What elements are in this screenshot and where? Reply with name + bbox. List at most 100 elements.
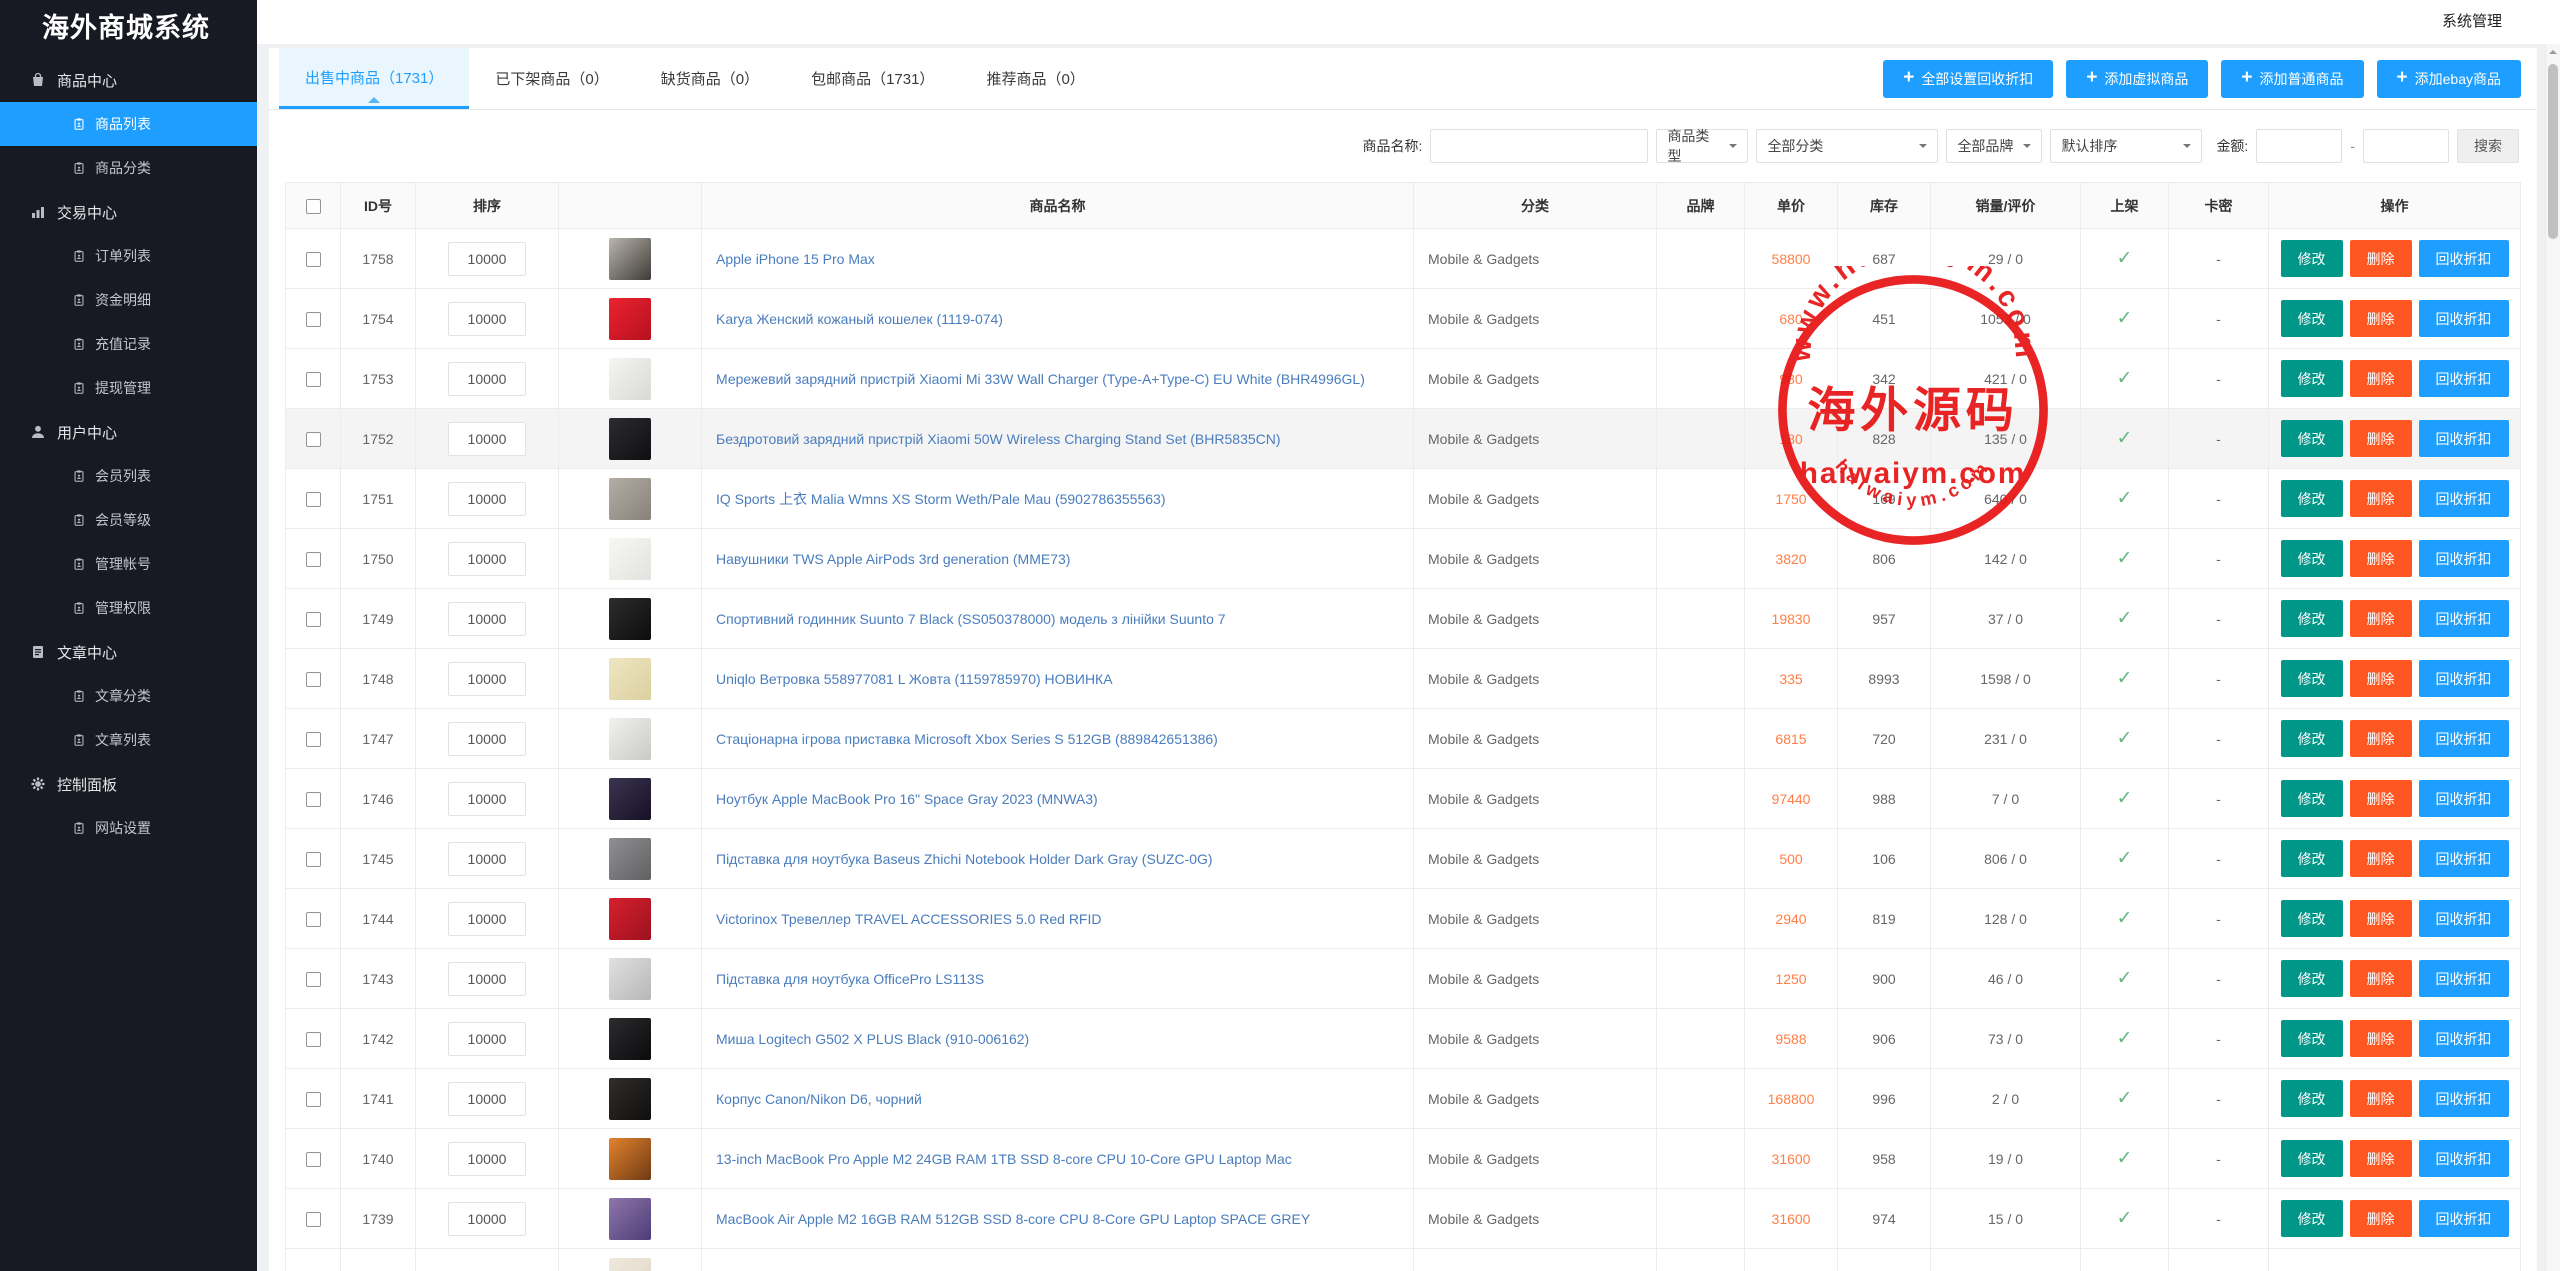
row-checkbox[interactable]: [305, 1151, 321, 1167]
product-name-link[interactable]: Спортивний годинник Suunto 7 Black (SS05…: [716, 611, 1226, 627]
category-select[interactable]: 全部分类: [1756, 129, 1939, 163]
row-checkbox[interactable]: [305, 851, 321, 867]
sort-input[interactable]: [448, 841, 526, 876]
sidebar-item-0-0[interactable]: 商品列表: [0, 102, 257, 146]
delete-button[interactable]: 删除: [2349, 1080, 2412, 1117]
product-thumbnail[interactable]: [609, 777, 651, 820]
sort-input[interactable]: [448, 661, 526, 696]
edit-button[interactable]: 修改: [2280, 360, 2343, 397]
edit-button[interactable]: 修改: [2280, 780, 2343, 817]
delete-button[interactable]: 删除: [2349, 960, 2412, 997]
sidebar-item-2-2[interactable]: 管理帐号: [0, 542, 257, 586]
delete-button[interactable]: 删除: [2349, 480, 2412, 517]
product-name-link[interactable]: Корпус Canon/Nikon D6, чорний: [716, 1091, 922, 1107]
delete-button[interactable]: 删除: [2349, 660, 2412, 697]
sidebar-item-1-2[interactable]: 充值记录: [0, 322, 257, 366]
row-checkbox[interactable]: [305, 791, 321, 807]
product-name-link[interactable]: Навушники TWS Apple AirPods 3rd generati…: [716, 551, 1070, 567]
delete-button[interactable]: 删除: [2349, 840, 2412, 877]
edit-button[interactable]: 修改: [2280, 1140, 2343, 1177]
amount-min-input[interactable]: [2256, 129, 2343, 163]
sidebar-section-3[interactable]: 文章中心: [0, 630, 257, 674]
product-thumbnail[interactable]: [609, 897, 651, 940]
sort-input[interactable]: [448, 961, 526, 996]
recycle-discount-button[interactable]: 回收折扣: [2418, 480, 2509, 517]
product-name-link[interactable]: Мережевий зарядний пристрій Xiaomi Mi 33…: [716, 371, 1365, 387]
edit-button[interactable]: 修改: [2280, 300, 2343, 337]
sidebar-item-2-3[interactable]: 管理权限: [0, 586, 257, 630]
recycle-discount-button[interactable]: 回收折扣: [2418, 720, 2509, 757]
edit-button[interactable]: 修改: [2280, 900, 2343, 937]
sidebar-item-2-1[interactable]: 会员等级: [0, 498, 257, 542]
sidebar-item-2-0[interactable]: 会员列表: [0, 454, 257, 498]
sidebar-item-1-3[interactable]: 提现管理: [0, 366, 257, 410]
sort-input[interactable]: [448, 541, 526, 576]
delete-button[interactable]: 删除: [2349, 360, 2412, 397]
row-checkbox[interactable]: [305, 1091, 321, 1107]
delete-button[interactable]: 删除: [2349, 720, 2412, 757]
product-name-link[interactable]: Стаціонарна ігрова приставка Microsoft X…: [716, 731, 1218, 747]
scrollbar-up-arrow-icon[interactable]: [2546, 44, 2560, 60]
brand-select[interactable]: 全部品牌: [1946, 129, 2043, 163]
vertical-scrollbar[interactable]: [2545, 44, 2560, 1271]
scrollbar-thumb[interactable]: [2548, 64, 2558, 239]
sort-input[interactable]: [448, 241, 526, 276]
edit-button[interactable]: 修改: [2280, 1080, 2343, 1117]
sort-input[interactable]: [448, 601, 526, 636]
row-checkbox[interactable]: [305, 371, 321, 387]
sort-input[interactable]: [448, 1141, 526, 1176]
delete-button[interactable]: 删除: [2349, 1020, 2412, 1057]
select-all-checkbox[interactable]: [305, 198, 321, 214]
tab-4[interactable]: 推荐商品（0）: [960, 48, 1110, 109]
sidebar-item-3-0[interactable]: 文章分类: [0, 674, 257, 718]
product-thumbnail[interactable]: [609, 1197, 651, 1240]
sidebar-section-0[interactable]: 商品中心: [0, 58, 257, 102]
edit-button[interactable]: 修改: [2280, 840, 2343, 877]
product-thumbnail[interactable]: [609, 1257, 651, 1271]
product-thumbnail[interactable]: [609, 237, 651, 280]
product-thumbnail[interactable]: [609, 657, 651, 700]
product-thumbnail[interactable]: [609, 417, 651, 460]
product-thumbnail[interactable]: [609, 357, 651, 400]
sort-input[interactable]: [448, 1021, 526, 1056]
system-admin-link[interactable]: 系统管理: [2442, 0, 2502, 44]
recycle-discount-button[interactable]: 回收折扣: [2418, 1140, 2509, 1177]
recycle-discount-button[interactable]: 回收折扣: [2418, 300, 2509, 337]
recycle-discount-button[interactable]: 回收折扣: [2418, 840, 2509, 877]
recycle-discount-button[interactable]: 回收折扣: [2418, 1200, 2509, 1237]
product-thumbnail[interactable]: [609, 1137, 651, 1180]
product-name-link[interactable]: Підставка для ноутбука OfficePro LS113S: [716, 971, 984, 987]
row-checkbox[interactable]: [305, 1211, 321, 1227]
sidebar-section-2[interactable]: 用户中心: [0, 410, 257, 454]
edit-button[interactable]: 修改: [2280, 660, 2343, 697]
product-thumbnail[interactable]: [609, 477, 651, 520]
delete-button[interactable]: 删除: [2349, 540, 2412, 577]
recycle-discount-button[interactable]: 回收折扣: [2418, 900, 2509, 937]
product-thumbnail[interactable]: [609, 1077, 651, 1120]
product-name-link[interactable]: Victorinox Тревеллер TRAVEL ACCESSORIES …: [716, 911, 1101, 927]
delete-button[interactable]: 删除: [2349, 1140, 2412, 1177]
product-name-link[interactable]: Підставка для ноутбука Baseus Zhichi Not…: [716, 851, 1213, 867]
sort-input[interactable]: [448, 1081, 526, 1116]
tab-0[interactable]: 出售中商品（1731）: [279, 48, 470, 109]
row-checkbox[interactable]: [305, 311, 321, 327]
edit-button[interactable]: 修改: [2280, 540, 2343, 577]
recycle-discount-button[interactable]: 回收折扣: [2418, 960, 2509, 997]
product-type-select[interactable]: 商品类型: [1656, 128, 1749, 164]
row-checkbox[interactable]: [305, 251, 321, 267]
delete-button[interactable]: 删除: [2349, 420, 2412, 457]
amount-max-input[interactable]: [2363, 129, 2449, 163]
edit-button[interactable]: 修改: [2280, 480, 2343, 517]
tab-2[interactable]: 缺货商品（0）: [635, 48, 785, 109]
product-thumbnail[interactable]: [609, 1017, 651, 1060]
product-name-link[interactable]: Karya Женский кожаный кошелек (1119-074): [716, 311, 1003, 327]
sidebar-section-4[interactable]: 控制面板: [0, 762, 257, 806]
recycle-discount-button[interactable]: 回收折扣: [2418, 600, 2509, 637]
sort-order-select[interactable]: 默认排序: [2050, 129, 2203, 163]
product-name-link[interactable]: Uniqlo Ветровка 558977081 L Жовта (11597…: [716, 671, 1113, 687]
row-checkbox[interactable]: [305, 431, 321, 447]
recycle-discount-button[interactable]: 回收折扣: [2418, 420, 2509, 457]
sort-input[interactable]: [448, 901, 526, 936]
row-checkbox[interactable]: [305, 731, 321, 747]
sidebar-item-1-0[interactable]: 订单列表: [0, 234, 257, 278]
